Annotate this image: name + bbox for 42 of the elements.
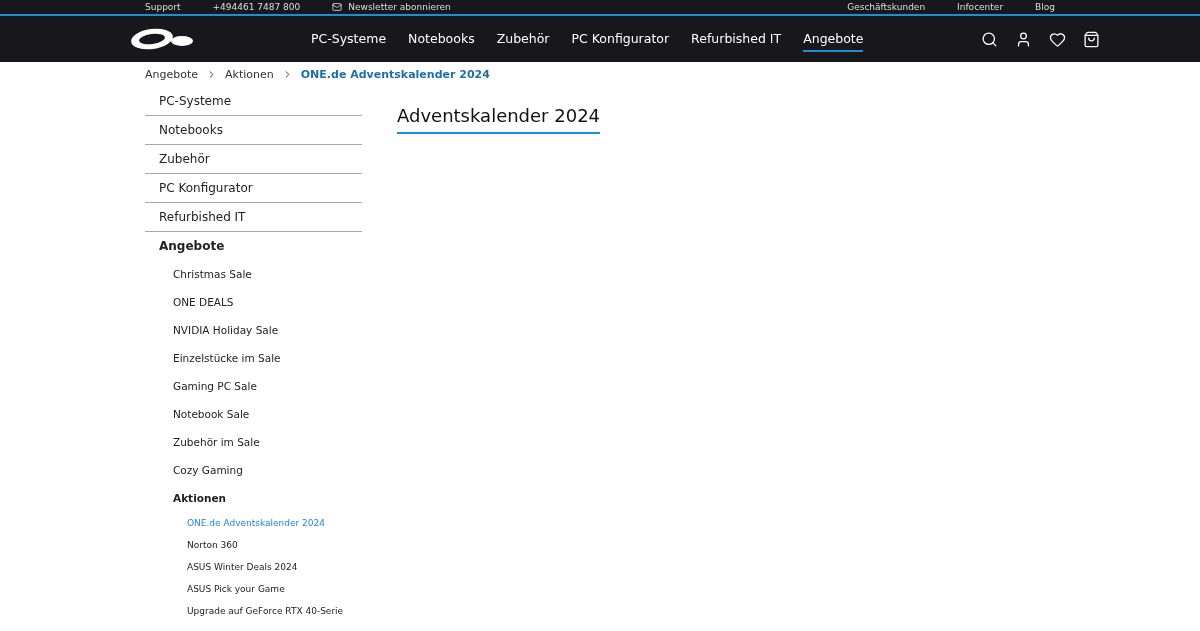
sidebar-item[interactable]: Zubehör [145,145,362,174]
sidebar-item[interactable]: Norton 360 [145,534,362,556]
bag-icon[interactable] [1083,30,1100,48]
sidebar-item[interactable]: Einzelstücke im Sale [145,344,362,372]
sidebar-item[interactable]: Gaming PC Sale [145,372,362,400]
search-icon[interactable] [981,30,998,48]
page-title: Adventskalender 2024 [397,105,601,134]
sidebar-item[interactable]: ASUS Pick your Game [145,578,362,600]
mail-icon [332,2,343,12]
sidebar-item[interactable]: Cozy Gaming [145,456,362,484]
logo[interactable] [130,27,196,51]
sidebar-item[interactable]: Christmas Sale [145,260,362,288]
sidebar-item[interactable]: ONE.de Adventskalender 2024 [145,512,362,534]
top-link[interactable]: Blog [1035,2,1055,12]
top-link[interactable]: Newsletter abonnieren [332,2,451,12]
top-link[interactable]: Geschäftskunden [847,2,926,12]
sidebar-item[interactable]: ASUS Winter Deals 2024 [145,556,362,578]
top-link[interactable]: +494461 7487 800 [212,2,301,12]
nav-link[interactable]: Angebote [803,26,864,52]
nav-link[interactable]: Notebooks [408,26,475,52]
sidebar-item[interactable]: NVIDIA Holiday Sale [145,316,362,344]
nav-link[interactable]: Zubehör [496,26,550,52]
sidebar-item[interactable]: Angebote [145,232,362,260]
breadcrumb-link[interactable]: ONE.de Adventskalender 2024 [300,68,490,81]
user-icon[interactable] [1015,30,1032,48]
breadcrumb-link[interactable]: Angebote [145,68,199,81]
top-link[interactable]: Infocenter [957,2,1004,12]
heart-icon[interactable] [1049,30,1066,48]
sidebar-item[interactable]: Aktionen [145,484,362,512]
sidebar-item[interactable]: PC-Systeme [145,87,362,116]
nav-link[interactable]: PC-Systeme [311,26,387,52]
sidebar-item[interactable]: Notebooks [145,116,362,145]
sidebar-item[interactable]: Zubehör im Sale [145,428,362,456]
sidebar-item[interactable]: Notebook Sale [145,400,362,428]
nav-link[interactable]: PC Konfigurator [571,26,670,52]
sidebar-item[interactable]: ONE DEALS [145,288,362,316]
top-link[interactable]: Support [145,2,181,12]
sidebar-item[interactable]: PC Konfigurator [145,174,362,203]
sidebar-item[interactable]: Refurbished IT [145,203,362,232]
nav-link[interactable]: Refurbished IT [691,26,782,52]
sidebar-item[interactable]: Upgrade auf GeForce RTX 40-Serie [145,600,362,622]
breadcrumb-link[interactable]: Aktionen [225,68,274,81]
